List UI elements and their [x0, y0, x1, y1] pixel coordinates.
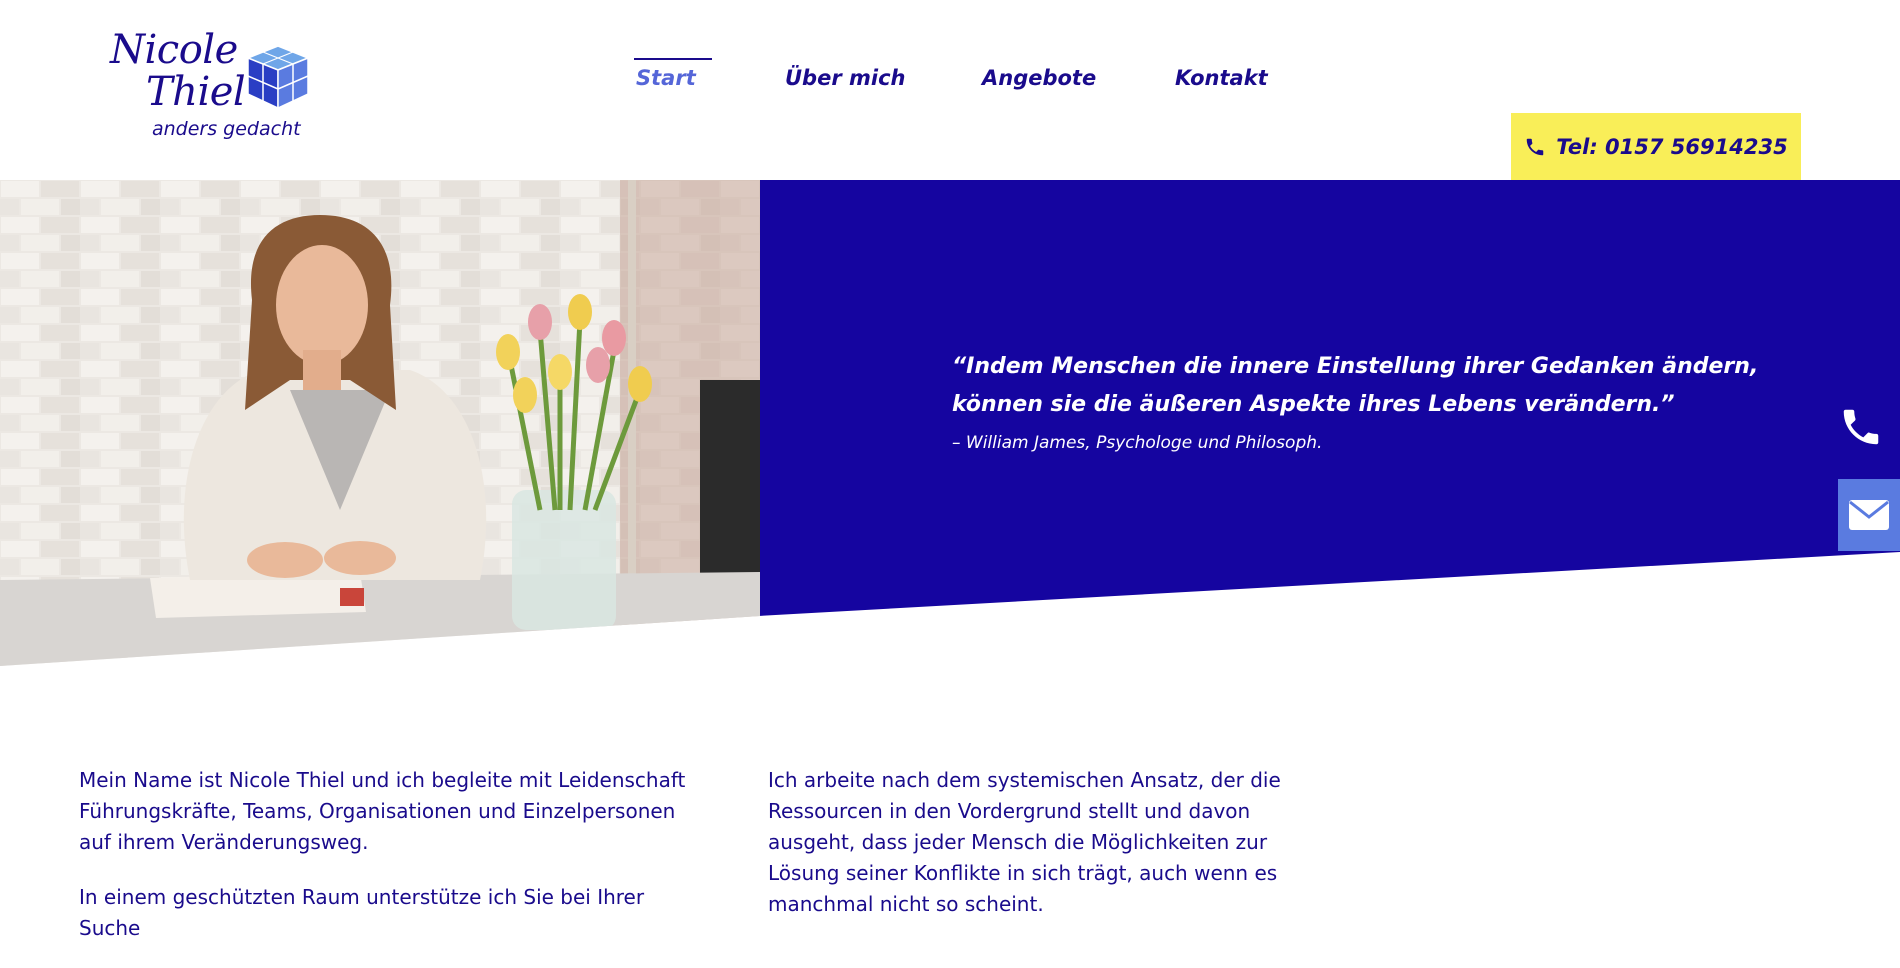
nav-item-kontakt[interactable]: Kontakt	[1175, 66, 1268, 90]
logo-tagline: anders gedacht	[152, 118, 301, 140]
intro-paragraph: Ich arbeite nach dem systemischen Ansatz…	[768, 768, 1281, 916]
portrait-photo	[0, 180, 760, 666]
phone-button-label: Tel: 0157 56914235	[1556, 134, 1788, 159]
intro-paragraph: Mein Name ist Nicole Thiel und ich begle…	[79, 768, 686, 854]
intro-right-column: Ich arbeite nach dem systemischen Ansatz…	[768, 765, 1338, 944]
nav-item-ueber-mich[interactable]: Über mich	[785, 66, 905, 90]
logo-name-first: Nicole	[110, 27, 238, 73]
logo-name-last: Thiel	[146, 69, 246, 115]
side-mail-button[interactable]	[1838, 479, 1900, 551]
site-header: Nicole Thiel anders gedacht Start Über m…	[0, 0, 1900, 180]
phone-icon	[1527, 138, 1544, 155]
nav-item-angebote[interactable]: Angebote	[982, 66, 1096, 90]
nav-item-start[interactable]: Start	[634, 58, 712, 90]
side-phone-button[interactable]	[1838, 404, 1888, 454]
cube-logo-icon	[246, 45, 310, 110]
intro-left-column: Mein Name ist Nicole Thiel und ich begle…	[79, 765, 699, 968]
hero-quote-author: – William James, Psychologe und Philosop…	[952, 433, 1323, 453]
phone-icon	[1843, 409, 1879, 445]
hero-section: “Indem Menschen die innere Einstellung i…	[0, 180, 1900, 666]
phone-call-button[interactable]: Tel: 0157 56914235	[1511, 113, 1801, 180]
mail-icon	[1849, 500, 1889, 530]
site-logo[interactable]: Nicole Thiel anders gedacht	[108, 27, 310, 150]
hero-quote: “Indem Menschen die innere Einstellung i…	[952, 354, 1759, 417]
intro-paragraph: In einem geschützten Raum unterstütze ic…	[79, 885, 645, 940]
